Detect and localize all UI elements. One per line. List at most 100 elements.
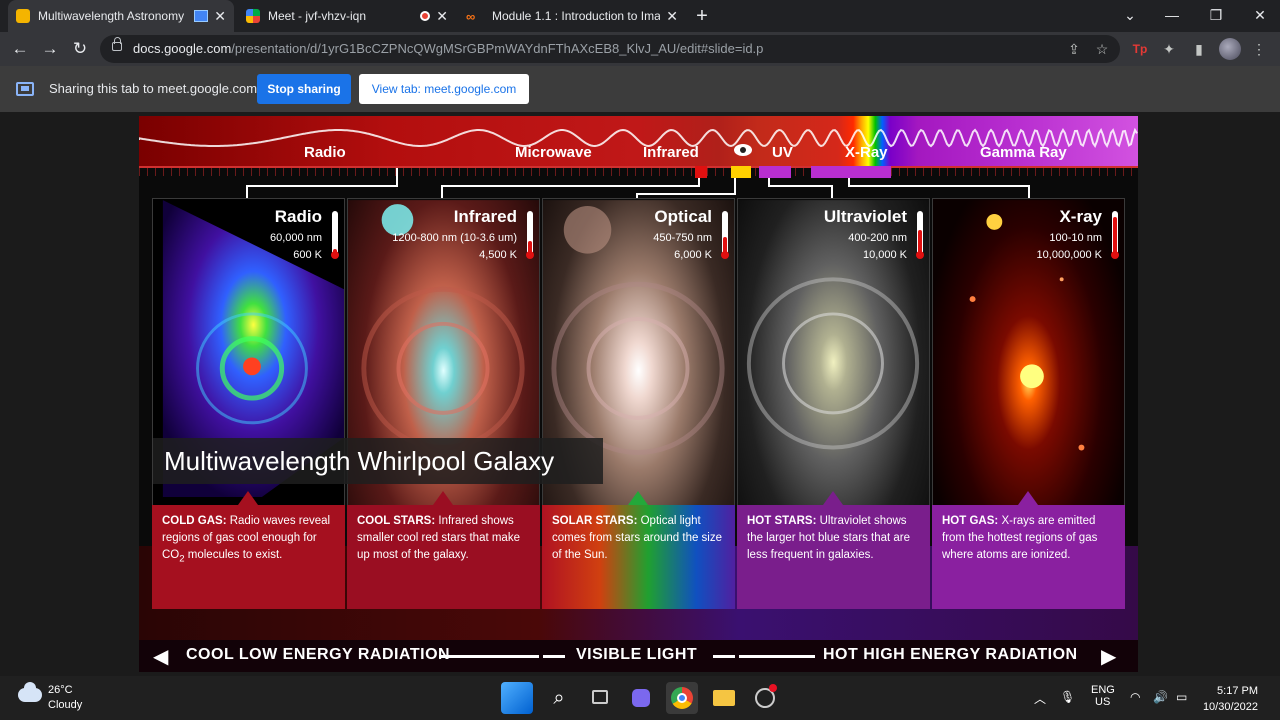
band-radio: Radio: [304, 144, 346, 161]
thermometer-icon: [331, 211, 339, 259]
search-icon[interactable]: ⌕: [543, 682, 575, 714]
task-view-icon[interactable]: [584, 682, 616, 714]
language-code: ENG: [1091, 684, 1115, 696]
extensions-puzzle-icon[interactable]: ✦: [1157, 37, 1181, 61]
footer-divider: [739, 655, 815, 658]
info-ultraviolet: HOT STARS: Ultraviolet shows the larger …: [737, 491, 930, 609]
lock-icon: [112, 37, 122, 51]
extension-tp-icon[interactable]: Tp: [1128, 37, 1152, 61]
side-panel-icon[interactable]: ▮: [1187, 37, 1211, 61]
thermometer-icon: [526, 211, 534, 259]
info-heading: COLD GAS:: [162, 515, 227, 527]
pointer-arrow: [1018, 491, 1038, 505]
info-heading: SOLAR STARS:: [552, 515, 638, 527]
snipping-tool-icon[interactable]: [749, 682, 781, 714]
tab-meet[interactable]: Meet - jvf-vhzv-iqn ✕: [238, 0, 456, 32]
bookmark-star-icon[interactable]: ☆: [1090, 37, 1114, 61]
tab-title: Meet - jvf-vhzv-iqn: [268, 9, 367, 23]
eye-icon: [734, 144, 752, 156]
info-optical: SOLAR STARS: Optical light comes from st…: [542, 491, 735, 609]
panel-name: Infrared: [453, 207, 517, 226]
reload-button[interactable]: ↻: [68, 37, 92, 61]
browser-toolbar: ← → ↻ docs.google.com/presentation/d/1yr…: [0, 32, 1280, 66]
microphone-icon[interactable]: 🎙: [1060, 690, 1075, 704]
panel-temp: 4,500 K: [479, 249, 517, 261]
forward-button[interactable]: →: [38, 37, 62, 61]
new-tab-button[interactable]: +: [690, 3, 714, 29]
tray-chevron-icon[interactable]: ︿: [1034, 690, 1046, 707]
info-heading: HOT STARS:: [747, 515, 817, 527]
thermometer-icon: [916, 211, 924, 259]
footer-visible: VISIBLE LIGHT: [576, 646, 698, 663]
view-tab-button[interactable]: View tab: meet.google.com: [359, 74, 529, 104]
windows-taskbar: 26°C Cloudy ⌕ ︿ 🎙 ENG US ◠ 🔊 ▭ 5:17 PM 1…: [0, 676, 1280, 720]
file-explorer-icon[interactable]: [707, 682, 739, 714]
system-clock[interactable]: 5:17 PM 10/30/2022: [1203, 683, 1258, 715]
footer-divider: [543, 655, 565, 658]
energy-footer: ◀ COOL LOW ENERGY RADIATION VISIBLE LIGH…: [139, 640, 1138, 672]
tab-title: Multiwavelength Astronomy: [38, 9, 185, 23]
teams-chat-icon[interactable]: [625, 682, 657, 714]
panel-temp: 6,000 K: [674, 249, 712, 261]
arrow-right-icon: ▶: [1101, 646, 1117, 668]
start-windows-icon[interactable]: [501, 682, 533, 714]
footer-cool: COOL LOW ENERGY RADIATION: [186, 646, 451, 663]
panel-range: 60,000 nm: [270, 232, 322, 244]
back-button[interactable]: ←: [8, 37, 32, 61]
weather-condition[interactable]: Cloudy: [48, 699, 82, 711]
share-notification-bar: Sharing this tab to meet.google.com Stop…: [0, 66, 1280, 112]
share-message: Sharing this tab to meet.google.com: [49, 81, 258, 96]
coursera-favicon-icon: ∞: [466, 9, 476, 24]
footer-hot: HOT HIGH ENERGY RADIATION: [823, 646, 1078, 663]
cloud-icon[interactable]: [18, 682, 42, 702]
close-window-button[interactable]: ✕: [1238, 0, 1280, 32]
restore-button[interactable]: ❐: [1194, 0, 1238, 32]
panel-name: Ultraviolet: [823, 207, 907, 226]
slide-title: Multiwavelength Whirlpool Galaxy: [164, 446, 555, 476]
clock-time: 5:17 PM: [1217, 685, 1258, 697]
close-tab-icon[interactable]: ✕: [214, 8, 226, 25]
address-bar[interactable]: docs.google.com/presentation/d/1yrG1BcCZ…: [100, 35, 1120, 63]
chrome-icon[interactable]: [666, 682, 698, 714]
info-xray: HOT GAS: X-rays are emitted from the hot…: [932, 491, 1125, 609]
spectrum-labels: Radio Microwave Infrared UV X-Ray Gamma …: [139, 142, 1138, 166]
panel-name: X-ray: [1059, 207, 1102, 226]
band-xray: X-Ray: [845, 144, 888, 161]
info-desc-2: molecules to exist.: [184, 549, 283, 561]
close-tab-icon[interactable]: ✕: [436, 8, 448, 25]
info-heading: COOL STARS:: [357, 515, 436, 527]
panel-temp: 600 K: [293, 249, 322, 261]
recording-indicator-icon: [420, 11, 431, 21]
tab-strip: Multiwavelength Astronomy ✕ Meet - jvf-v…: [0, 0, 1280, 32]
wifi-icon[interactable]: ◠: [1130, 690, 1140, 704]
screen-share-icon: [16, 82, 34, 96]
stop-sharing-button[interactable]: Stop sharing: [257, 74, 351, 104]
share-icon[interactable]: ⇪: [1062, 37, 1086, 61]
clock-date: 10/30/2022: [1202, 701, 1258, 713]
menu-kebab-icon[interactable]: ⋮: [1247, 37, 1271, 61]
band-uv: UV: [772, 144, 793, 161]
panel-range: 450-750 nm: [653, 232, 712, 244]
pointer-arrow: [238, 491, 258, 505]
panel-temp: 10,000 K: [862, 249, 907, 261]
tab-search-chevron-icon[interactable]: ⌄: [1108, 0, 1152, 32]
slides-favicon-icon: [16, 9, 30, 23]
profile-avatar[interactable]: [1219, 38, 1241, 60]
tab-title: Module 1.1 : Introduction to Ima: [492, 9, 661, 23]
panel-range: 400-200 nm: [848, 232, 907, 244]
panel-name: Radio: [274, 207, 322, 226]
minimize-button[interactable]: —: [1150, 0, 1194, 32]
tab-multiwavelength[interactable]: Multiwavelength Astronomy ✕: [8, 0, 234, 32]
volume-icon[interactable]: 🔊: [1153, 690, 1168, 704]
weather-temperature[interactable]: 26°C: [48, 684, 73, 696]
panel-temp: 10,000,000 K: [1036, 249, 1102, 261]
info-heading: HOT GAS:: [942, 515, 999, 527]
tab-module[interactable]: ∞ Module 1.1 : Introduction to Ima ✕: [458, 0, 686, 32]
battery-icon[interactable]: ▭: [1176, 690, 1187, 704]
band-infrared: Infrared: [643, 144, 699, 161]
slide: Radio Microwave Infrared UV X-Ray Gamma …: [139, 116, 1138, 672]
meet-favicon-icon: [246, 9, 260, 23]
close-tab-icon[interactable]: ✕: [666, 8, 678, 25]
language-indicator[interactable]: ENG US: [1091, 684, 1115, 708]
band-microwave: Microwave: [515, 144, 592, 161]
